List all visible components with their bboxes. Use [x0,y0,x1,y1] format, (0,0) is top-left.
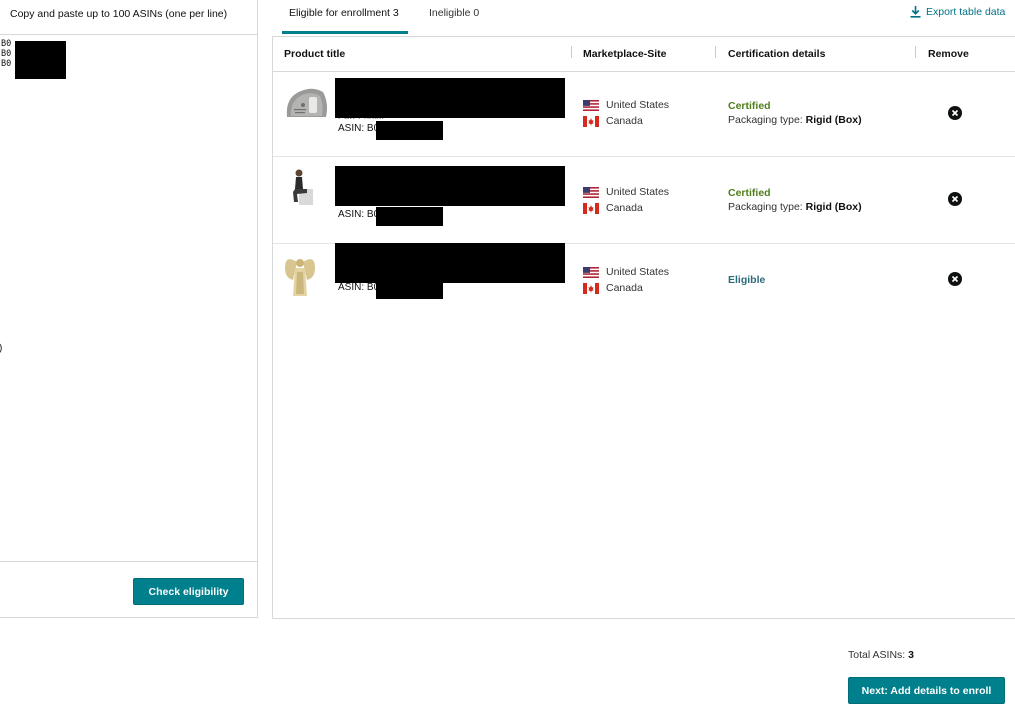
canada-flag-icon [583,282,599,294]
marketplace-name: United States [606,186,670,198]
asin-label: ASIN: B0 [338,209,380,220]
redacted-asin [376,207,443,226]
marketplace-us: United States [583,98,669,112]
export-table-link[interactable]: Export table data [910,6,1005,18]
table-row: ASIN: B0 United States Canada Certified … [273,157,1015,244]
marketplace-name: Canada [606,282,643,294]
product-thumbnail [293,169,313,205]
certification-status: Eligible [728,274,766,286]
marketplace-name: United States [606,266,670,278]
table-row: Paw Print... ASIN: B0 United States Cana… [273,71,1015,157]
us-flag-icon [583,186,599,198]
redacted-asin [376,121,443,140]
marketplace-ca: Canada [583,201,643,215]
remove-circle-icon[interactable] [948,192,962,206]
packaging-type: Packaging type: Rigid (Box) [728,114,862,126]
canada-flag-icon [583,115,599,127]
packaging-label: Packaging type: [728,201,803,213]
packaging-type: Packaging type: Rigid (Box) [728,201,862,213]
stray-char: ) [0,343,2,354]
header-remove: Remove [928,48,969,60]
product-thumbnail [285,259,315,296]
asin-label: ASIN: B0 [338,282,380,293]
table-header: Product title Marketplace-Site Certifica… [273,37,1015,72]
download-icon [910,6,921,18]
marketplace-name: Canada [606,115,643,127]
header-separator [915,46,916,58]
redacted-product-title[interactable] [335,243,565,283]
total-asins: Total ASINs: 3 [848,649,914,661]
certification-status: Certified [728,100,771,112]
marketplace-name: United States [606,99,670,111]
asin-input-header: Copy and paste up to 100 ASINs (one per … [0,0,257,35]
marketplace-ca: Canada [583,114,643,128]
header-product-title: Product title [284,48,346,60]
marketplace-name: Canada [606,202,643,214]
remove-circle-icon[interactable] [948,106,962,120]
packaging-value: Rigid (Box) [805,114,862,126]
total-value: 3 [908,649,914,661]
tab-eligible[interactable]: Eligible for enrollment 3 [289,7,399,19]
next-add-details-button[interactable]: Next: Add details to enroll [848,677,1005,704]
asin-textarea[interactable] [1,39,251,557]
us-flag-icon [583,266,599,278]
check-eligibility-button[interactable]: Check eligibility [133,578,244,605]
asin-input-footer: Check eligibility [0,561,257,618]
redacted-asins [15,41,66,79]
table-row: ASIN: B0 United States Canada Eligible [273,243,1015,314]
export-label: Export table data [926,6,1006,18]
header-separator [715,46,716,58]
asin-label: ASIN: B0 [338,123,380,134]
marketplace-us: United States [583,265,669,279]
us-flag-icon [583,99,599,111]
marketplace-us: United States [583,185,669,199]
tab-ineligible[interactable]: Ineligible 0 [429,7,479,19]
product-thumbnail [286,88,327,117]
packaging-value: Rigid (Box) [805,201,862,213]
header-marketplace: Marketplace-Site [583,48,667,60]
remove-circle-icon[interactable] [948,272,962,286]
eligibility-table: Product title Marketplace-Site Certifica… [272,36,1015,619]
canada-flag-icon [583,202,599,214]
tab-selected-indicator [282,31,408,34]
redacted-product-title[interactable] [335,78,565,118]
redacted-asin [376,280,443,299]
certification-status: Certified [728,187,771,199]
marketplace-ca: Canada [583,281,643,295]
total-label: Total ASINs: [848,649,906,661]
asin-input-panel: Copy and paste up to 100 ASINs (one per … [0,0,258,618]
packaging-label: Packaging type: [728,114,803,126]
header-certification: Certification details [728,48,826,60]
redacted-product-title[interactable] [335,166,565,206]
header-separator [571,46,572,58]
